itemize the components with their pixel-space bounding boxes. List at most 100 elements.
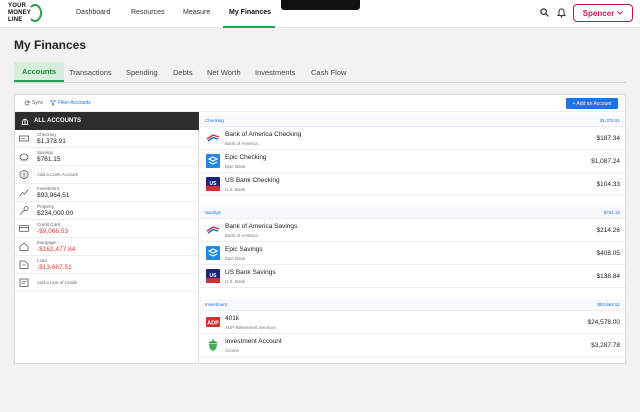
- account-institution: U.S. Bank: [225, 187, 246, 192]
- group-name: Investment: [205, 302, 228, 307]
- bank-icon: [21, 118, 29, 125]
- account-row[interactable]: Investment Account Acorns $3,287.78: [200, 334, 625, 357]
- filter-label: Filter Accounts: [58, 100, 91, 106]
- sidebar-item-label: Savings: [37, 150, 54, 155]
- account-balance: $24,578.00: [587, 319, 620, 326]
- bank-of-america-logo: [206, 226, 220, 234]
- group-header-investment[interactable]: Investment $93,964.51: [200, 299, 625, 311]
- sidebar-item-property[interactable]: Property $234,000.00: [15, 202, 199, 220]
- account-institution: ADP Retirement Services: [225, 325, 276, 330]
- checking-icon: [19, 135, 29, 142]
- page-title: My Finances: [14, 38, 87, 52]
- group-name: Savings: [205, 210, 222, 215]
- nav-resources[interactable]: Resources: [131, 9, 164, 16]
- user-name: Spencer: [582, 8, 615, 18]
- filter-icon: [50, 100, 56, 106]
- tab-investments[interactable]: Investments: [255, 62, 295, 82]
- account-institution: Epic Bank: [225, 256, 246, 261]
- account-type-sidebar: ALL ACCOUNTS Checking $1,378.91 Savings …: [15, 112, 199, 364]
- loan-icon: [19, 260, 29, 269]
- acorns-logo: [208, 339, 218, 351]
- sidebar-item-add-line-of-credit[interactable]: Add a Line of Credit: [15, 274, 199, 292]
- app-logo[interactable]: YOUR MONEY LINE: [8, 3, 42, 25]
- nav-active-indicator: [223, 26, 275, 28]
- account-balance: $3,287.78: [591, 342, 620, 349]
- sidebar-item-value: -$13,667.51: [37, 264, 72, 271]
- add-account-button[interactable]: + Add an Account: [566, 98, 618, 109]
- house-icon: [19, 242, 29, 251]
- account-row[interactable]: Epic Checking Epic Bank $1,087.24: [200, 150, 625, 173]
- group-total: $93,964.51: [597, 302, 620, 307]
- key-icon: [19, 206, 29, 215]
- sidebar-item-value: -$162,477.84: [37, 246, 76, 253]
- us-bank-logo: US: [206, 269, 220, 283]
- us-bank-logo: US: [206, 177, 220, 191]
- sidebar-item-checking[interactable]: Checking $1,378.91: [15, 130, 199, 148]
- svg-text:US: US: [210, 273, 218, 279]
- tab-net-worth[interactable]: Net Worth: [207, 62, 241, 82]
- all-accounts-item[interactable]: ALL ACCOUNTS: [15, 112, 199, 130]
- sidebar-item-savings[interactable]: Savings $761.15: [15, 148, 199, 166]
- nav-measure[interactable]: Measure: [183, 9, 210, 16]
- piggy-bank-icon: [19, 153, 29, 161]
- sync-button[interactable]: Sync: [24, 100, 43, 106]
- chart-icon: [19, 189, 29, 197]
- sidebar-item-label: Mortgage: [37, 240, 57, 245]
- sidebar-item-action: Add a Line of Credit: [37, 280, 77, 285]
- sidebar-item-label: Investment: [37, 186, 60, 191]
- cash-icon: $: [19, 170, 29, 179]
- search-icon[interactable]: [540, 8, 549, 17]
- top-nav: YOUR MONEY LINE Dashboard Resources Meas…: [0, 0, 640, 28]
- account-row[interactable]: Bank of America Checking Bank of America…: [200, 127, 625, 150]
- group-header-savings[interactable]: Savings $761.15: [200, 207, 625, 219]
- tab-debts[interactable]: Debts: [173, 62, 193, 82]
- panel-toolbar: Sync Filter Accounts + Add an Account: [15, 95, 625, 112]
- account-name: 401k: [225, 315, 240, 322]
- sync-label: Sync: [32, 100, 44, 106]
- nav-dashboard[interactable]: Dashboard: [76, 9, 110, 16]
- bank-of-america-logo: [206, 134, 220, 142]
- svg-text:ADP: ADP: [207, 321, 219, 327]
- sidebar-item-action: Add a Cash Account: [37, 172, 78, 177]
- accounts-panel: Sync Filter Accounts + Add an Account AL…: [14, 94, 626, 364]
- sidebar-item-investment[interactable]: Investment $93,964.51: [15, 184, 199, 202]
- svg-text:US: US: [210, 181, 218, 187]
- sidebar-item-loan[interactable]: Loan -$13,667.51: [15, 256, 199, 274]
- tab-transactions[interactable]: Transactions: [69, 62, 112, 82]
- account-balance: $408.05: [596, 250, 621, 257]
- account-balance: $138.84: [596, 273, 621, 280]
- tab-spending[interactable]: Spending: [126, 62, 158, 82]
- sidebar-item-value: $93,964.51: [37, 192, 70, 199]
- group-header-checking[interactable]: Checking $1,378.91: [200, 115, 625, 127]
- account-row[interactable]: Epic Savings Epic Bank $408.05: [200, 242, 625, 265]
- account-row[interactable]: US US Bank Savings U.S. Bank $138.84: [200, 265, 625, 288]
- sidebar-item-add-cash[interactable]: $ Add a Cash Account: [15, 166, 199, 184]
- all-accounts-label: ALL ACCOUNTS: [34, 118, 81, 124]
- filter-accounts-button[interactable]: Filter Accounts: [50, 100, 91, 106]
- account-institution: Epic Bank: [225, 164, 246, 169]
- group-total: $761.15: [603, 210, 620, 215]
- sidebar-item-value: $761.15: [37, 156, 61, 163]
- svg-text:$: $: [23, 173, 26, 179]
- account-row[interactable]: Bank of America Savings Bank of America …: [200, 219, 625, 242]
- nav-my-finances[interactable]: My Finances: [229, 9, 271, 16]
- credit-card-icon: [19, 225, 29, 232]
- chevron-down-icon: [617, 11, 624, 15]
- account-balance: $104.33: [596, 181, 621, 188]
- account-balance: $1,087.24: [591, 158, 620, 165]
- account-list: Checking $1,378.91 Bank of America Check…: [200, 112, 625, 364]
- tab-accounts[interactable]: Accounts: [14, 62, 65, 82]
- group-total: $1,378.91: [599, 118, 620, 123]
- user-menu-button[interactable]: Spencer: [573, 4, 633, 22]
- sidebar-item-value: $1,378.91: [37, 138, 66, 145]
- account-row[interactable]: ADP 401k ADP Retirement Services $24,578…: [200, 311, 625, 334]
- account-institution: Bank of America: [225, 141, 258, 146]
- tab-cash-flow[interactable]: Cash Flow: [311, 62, 346, 82]
- account-row[interactable]: US US Bank Checking U.S. Bank $104.33: [200, 173, 625, 196]
- bell-icon[interactable]: [557, 8, 566, 18]
- account-name: Epic Checking: [225, 154, 267, 161]
- sidebar-item-mortgage[interactable]: Mortgage -$162,477.84: [15, 238, 199, 256]
- sidebar-item-credit-card[interactable]: Credit Card -$9,066.53: [15, 220, 199, 238]
- account-name: US Bank Checking: [225, 177, 280, 184]
- group-name: Checking: [205, 118, 224, 123]
